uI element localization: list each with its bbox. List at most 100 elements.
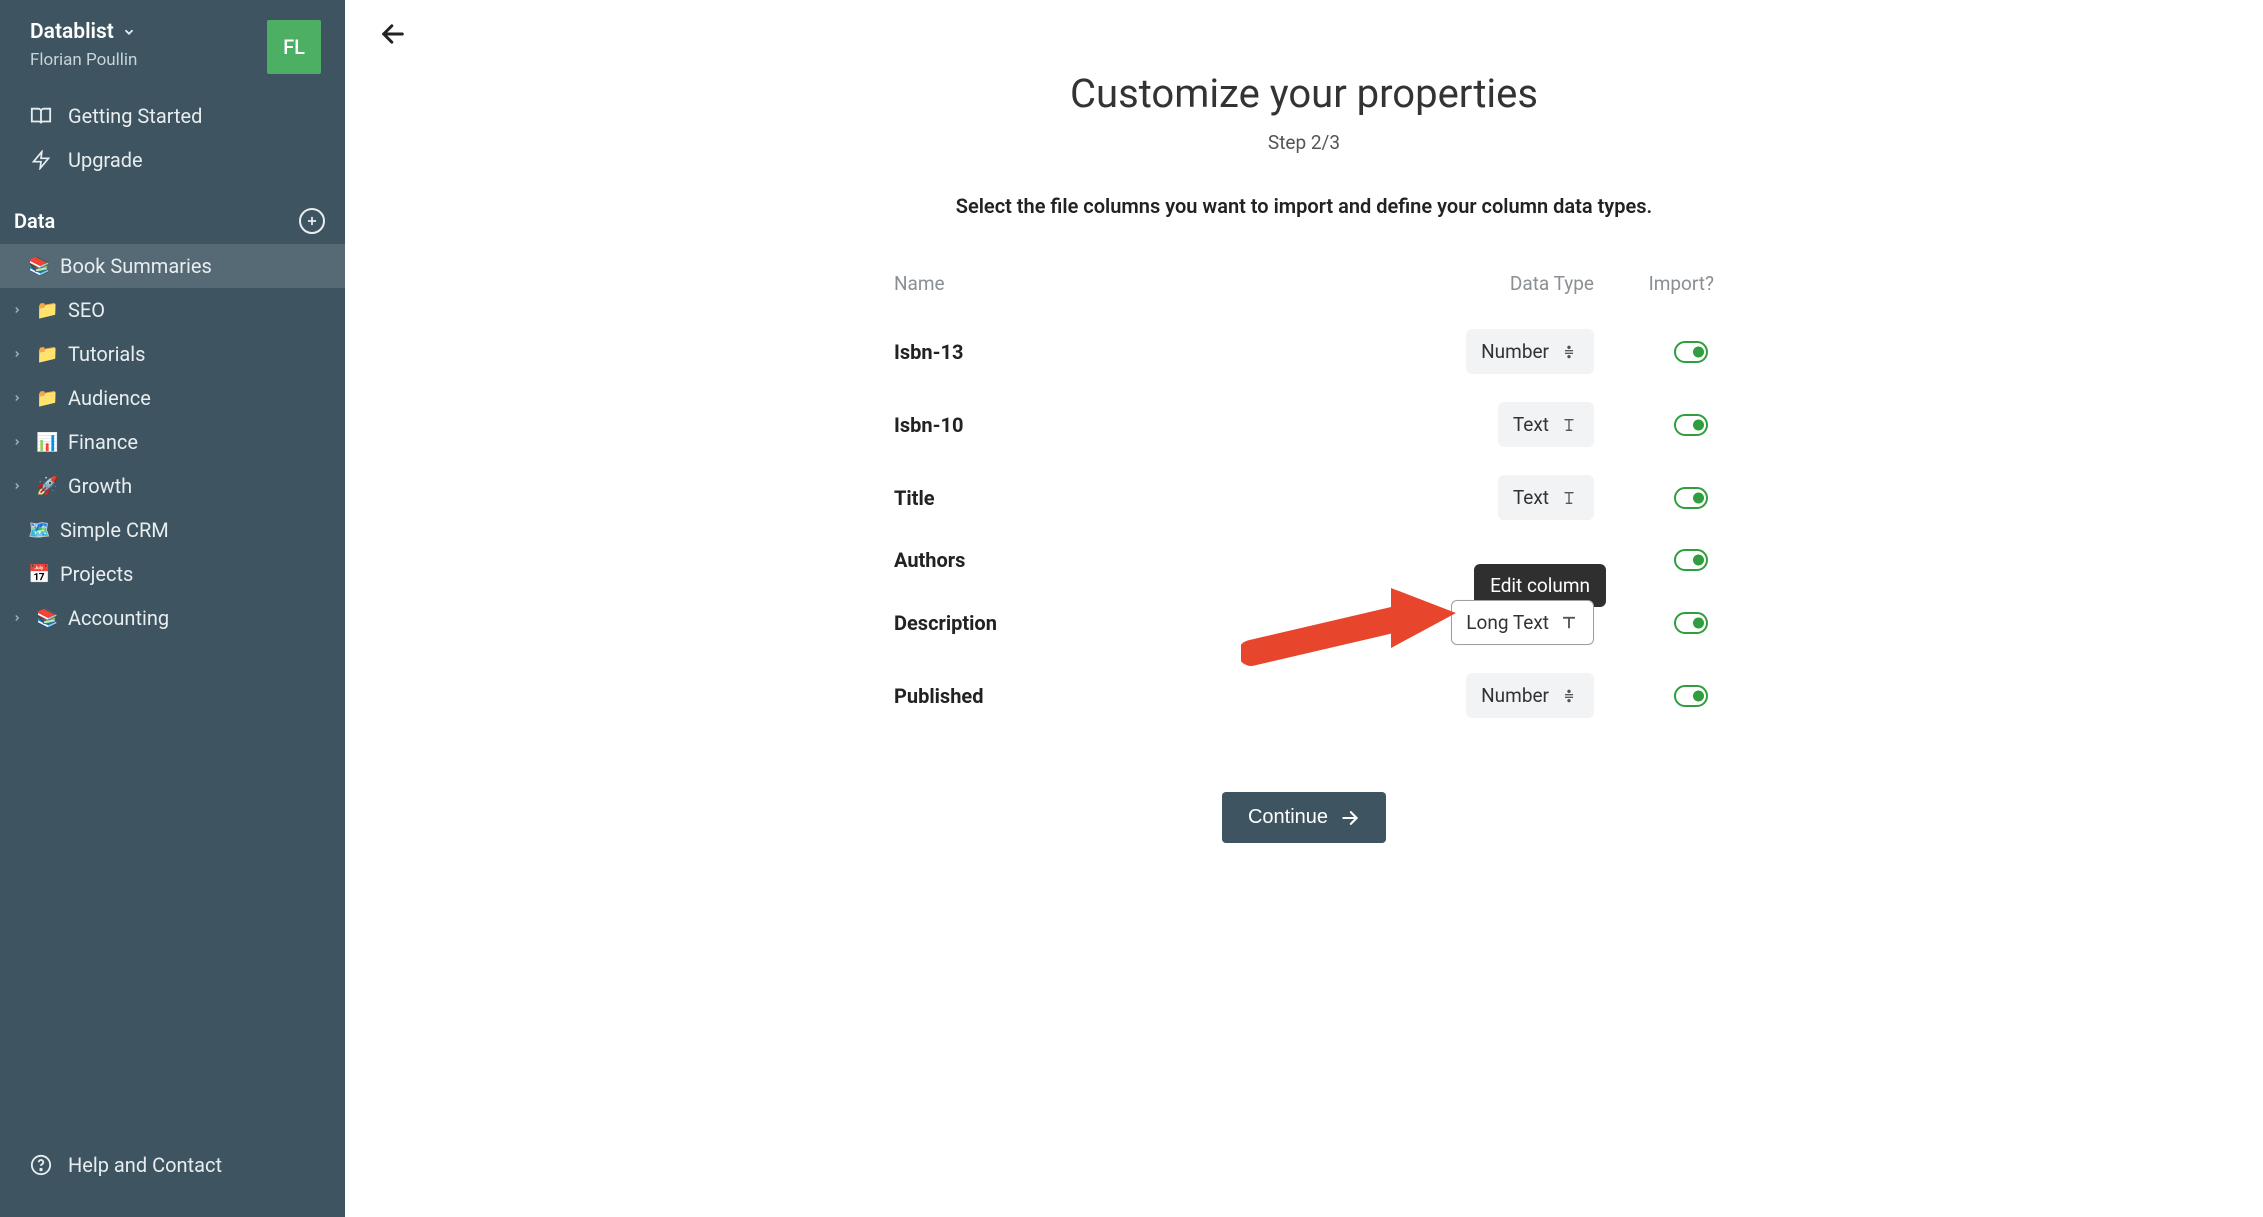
item-label: Book Summaries (60, 254, 212, 278)
property-name: Isbn-13 (894, 340, 1364, 364)
chevron-right-icon[interactable] (8, 349, 26, 359)
type-label: Number (1481, 340, 1549, 363)
import-cell (1604, 487, 1714, 509)
sidebar-item[interactable]: 📁 Tutorials (0, 332, 345, 376)
import-cell (1604, 685, 1714, 707)
sidebar-item[interactable]: 📅Projects (0, 552, 345, 596)
properties-table: Name Data Type Import? Isbn-13NumberIsbn… (894, 272, 1714, 732)
type-label: Long Text (1466, 611, 1549, 634)
chevron-right-icon[interactable] (8, 305, 26, 315)
item-icon: 📁 (36, 344, 58, 365)
nav-label: Help and Contact (68, 1153, 222, 1177)
nav-label: Upgrade (68, 148, 143, 172)
number-type-icon (1559, 344, 1579, 360)
type-cell: Text (1374, 475, 1594, 520)
item-icon: 📁 (36, 388, 58, 409)
data-type-selector[interactable]: Text (1498, 475, 1594, 520)
col-name: Name (894, 272, 1364, 295)
sidebar-item[interactable]: 📊 Finance (0, 420, 345, 464)
text-type-icon (1559, 416, 1579, 434)
continue-button[interactable]: Continue (1222, 792, 1386, 843)
item-icon: 🚀 (36, 476, 58, 497)
username: Florian Poullin (30, 50, 137, 70)
item-label: Finance (68, 430, 138, 454)
type-cell: Number (1374, 329, 1594, 374)
sidebar-item[interactable]: 📁 Audience (0, 376, 345, 420)
type-label: Number (1481, 684, 1549, 707)
instruction: Select the file columns you want to impo… (894, 194, 1714, 218)
step-indicator: Step 2/3 (894, 131, 1714, 154)
item-label: Growth (68, 474, 132, 498)
help-icon (30, 1154, 52, 1176)
import-toggle[interactable] (1674, 685, 1708, 707)
data-type-selector[interactable]: Number (1466, 329, 1594, 374)
data-type-selector[interactable]: Number (1466, 673, 1594, 718)
table-row: Published Number (894, 659, 1714, 732)
table-row: Isbn-13 Number (894, 315, 1714, 388)
type-label: Text (1513, 486, 1549, 509)
import-cell (1604, 341, 1714, 363)
arrow-left-icon (379, 20, 407, 48)
sidebar: Datablist Florian Poullin FL Getting Sta… (0, 0, 345, 1217)
lightning-icon (30, 150, 52, 170)
item-label: Audience (68, 386, 151, 410)
item-icon: 📊 (36, 432, 58, 453)
sidebar-item[interactable]: 📚Accounting (0, 596, 345, 640)
import-toggle[interactable] (1674, 414, 1708, 436)
import-toggle[interactable] (1674, 487, 1708, 509)
sidebar-item[interactable]: 🗺️Simple CRM (0, 508, 345, 552)
type-label: Text (1513, 413, 1549, 436)
text-type-icon (1559, 489, 1579, 507)
avatar[interactable]: FL (267, 20, 321, 74)
col-import: Import? (1604, 272, 1714, 295)
import-toggle[interactable] (1674, 612, 1708, 634)
property-name: Authors (894, 548, 1364, 572)
import-toggle[interactable] (1674, 549, 1708, 571)
sidebar-item[interactable]: 🚀 Growth (0, 464, 345, 508)
nav-upgrade[interactable]: Upgrade (0, 138, 345, 182)
import-cell (1604, 612, 1714, 634)
chevron-right-icon[interactable] (8, 613, 26, 623)
import-cell (1604, 414, 1714, 436)
section-label: Data (14, 209, 55, 233)
import-cell (1604, 549, 1714, 571)
item-label: Projects (60, 562, 133, 586)
page-title: Customize your properties (894, 70, 1714, 117)
workspace-info[interactable]: Datablist Florian Poullin (30, 20, 137, 70)
longtext-type-icon (1559, 614, 1579, 632)
data-type-selector[interactable]: Long Text (1451, 600, 1594, 645)
col-type: Data Type (1374, 272, 1594, 295)
back-button[interactable] (375, 16, 411, 52)
sidebar-tree: 📚Book Summaries📁SEO📁Tutorials📁Audience📊F… (0, 244, 345, 640)
workspace-name: Datablist (30, 20, 114, 44)
add-collection-button[interactable] (299, 208, 325, 234)
chevron-right-icon[interactable] (8, 393, 26, 403)
data-type-selector[interactable]: Text (1498, 402, 1594, 447)
type-cell: Long Text (1374, 600, 1594, 645)
sidebar-footer: Help and Contact (0, 1143, 345, 1197)
workspace-switcher[interactable]: Datablist (30, 20, 137, 44)
property-name: Published (894, 684, 1364, 708)
table-header: Name Data Type Import? (894, 272, 1714, 315)
sidebar-item[interactable]: 📁SEO (0, 288, 345, 332)
sidebar-item[interactable]: 📚Book Summaries (0, 244, 345, 288)
nav-help[interactable]: Help and Contact (0, 1143, 345, 1187)
type-cell: Text (1374, 402, 1594, 447)
chevron-right-icon[interactable] (8, 481, 26, 491)
main: Customize your properties Step 2/3 Selec… (345, 0, 2263, 1217)
content: Customize your properties Step 2/3 Selec… (854, 0, 1754, 923)
import-toggle[interactable] (1674, 341, 1708, 363)
table-row: TitleText (894, 461, 1714, 534)
sidebar-header: Datablist Florian Poullin FL (0, 20, 345, 86)
property-name: Description (894, 611, 1364, 635)
arrow-right-icon (1340, 808, 1360, 828)
item-label: Tutorials (68, 342, 146, 366)
item-label: SEO (68, 298, 105, 322)
chevron-right-icon[interactable] (8, 437, 26, 447)
property-name: Isbn-10 (894, 413, 1364, 437)
table-row: Isbn-10 Text (894, 388, 1714, 461)
nav-top: Getting Started Upgrade (0, 86, 345, 190)
table-row: AuthorsEdit column (894, 534, 1714, 586)
nav-getting-started[interactable]: Getting Started (0, 94, 345, 138)
item-icon: 📚 (36, 608, 58, 629)
